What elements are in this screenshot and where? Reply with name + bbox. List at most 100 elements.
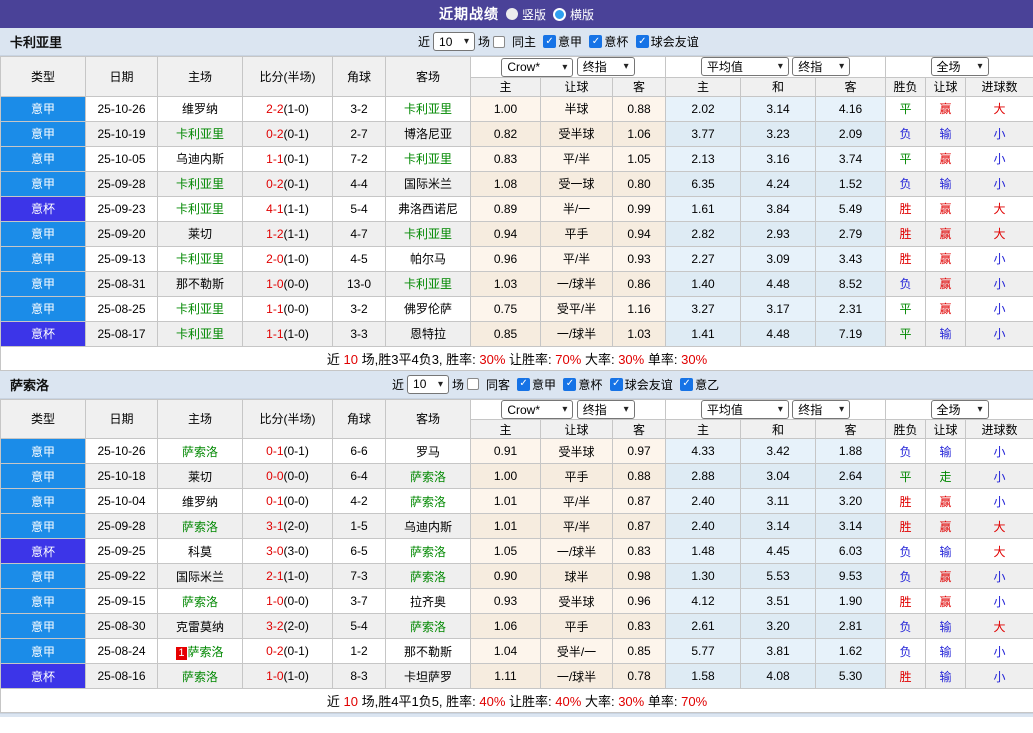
match-type-badge: 意甲 xyxy=(1,514,86,539)
away-team-name: 乌迪内斯 xyxy=(404,520,452,534)
home-team-cell[interactable]: 乌迪内斯 xyxy=(158,146,243,171)
final-odds-select-2[interactable]: 终指 xyxy=(792,57,850,76)
scope-select[interactable]: 全场 xyxy=(931,400,989,419)
match-type-badge: 意杯 xyxy=(1,664,86,689)
away-team-cell[interactable]: 卡利亚里 xyxy=(386,271,471,296)
final-odds-select[interactable]: 终指 xyxy=(577,400,635,419)
result-handicap: 赢 xyxy=(926,589,966,614)
checkbox-checked-icon[interactable] xyxy=(543,35,556,48)
match-date: 25-09-22 xyxy=(86,564,158,589)
checkbox-checked-icon[interactable] xyxy=(517,378,530,391)
handicap-home-odds: 0.89 xyxy=(471,196,541,221)
home-team-cell[interactable]: 卡利亚里 xyxy=(158,296,243,321)
away-team-cell[interactable]: 萨索洛 xyxy=(386,614,471,639)
checkbox-checked-icon[interactable] xyxy=(680,378,693,391)
same-home-checkbox[interactable] xyxy=(493,36,505,48)
checkbox-checked-icon[interactable] xyxy=(610,378,623,391)
home-team-cell[interactable]: 维罗纳 xyxy=(158,96,243,121)
home-team-name: 卡利亚里 xyxy=(176,202,224,216)
avg-away-odds: 9.53 xyxy=(816,564,886,589)
home-team-cell[interactable]: 萨索洛 xyxy=(158,664,243,689)
away-team-cell[interactable]: 萨索洛 xyxy=(386,464,471,489)
home-team-cell[interactable]: 卡利亚里 xyxy=(158,196,243,221)
home-team-name: 克雷莫纳 xyxy=(176,620,224,634)
home-team-cell[interactable]: 萨索洛 xyxy=(158,589,243,614)
halftime-score: (2-0) xyxy=(284,519,309,533)
avg-draw-odds: 2.93 xyxy=(741,221,816,246)
average-select[interactable]: 平均值 xyxy=(701,400,789,419)
home-team-cell[interactable]: 萨索洛 xyxy=(158,514,243,539)
home-team-cell[interactable]: 科莫 xyxy=(158,539,243,564)
away-team-cell[interactable]: 卡利亚里 xyxy=(386,221,471,246)
away-team-cell[interactable]: 罗马 xyxy=(386,439,471,464)
col-header-home: 主场 xyxy=(158,399,243,439)
home-team-cell[interactable]: 卡利亚里 xyxy=(158,171,243,196)
away-team-cell[interactable]: 国际米兰 xyxy=(386,171,471,196)
away-team-cell[interactable]: 恩特拉 xyxy=(386,321,471,346)
league-filter[interactable]: 意甲 xyxy=(517,376,556,393)
result-goals: 小 xyxy=(966,664,1033,689)
checkbox-checked-icon[interactable] xyxy=(589,35,602,48)
match-count-select[interactable]: 10 xyxy=(433,32,475,51)
away-team-cell[interactable]: 萨索洛 xyxy=(386,539,471,564)
away-team-cell[interactable]: 弗洛西诺尼 xyxy=(386,196,471,221)
home-team-cell[interactable]: 克雷莫纳 xyxy=(158,614,243,639)
halftime-score: (0-0) xyxy=(284,277,309,291)
scope-select[interactable]: 全场 xyxy=(931,57,989,76)
avg-draw-odds: 4.45 xyxy=(741,539,816,564)
away-team-cell[interactable]: 卡利亚里 xyxy=(386,96,471,121)
away-team-cell[interactable]: 乌迪内斯 xyxy=(386,514,471,539)
result-outcome: 胜 xyxy=(886,489,926,514)
home-team-cell[interactable]: 莱切 xyxy=(158,464,243,489)
league-filter[interactable]: 意乙 xyxy=(680,376,719,393)
result-goals: 大 xyxy=(966,514,1033,539)
avg-home-odds: 2.82 xyxy=(666,221,741,246)
home-team-cell[interactable]: 那不勒斯 xyxy=(158,271,243,296)
radio-vertical-icon[interactable] xyxy=(506,8,518,20)
handicap-line: 受一球 xyxy=(541,171,613,196)
league-filter[interactable]: 意甲 xyxy=(543,33,582,50)
away-team-cell[interactable]: 卡坦萨罗 xyxy=(386,664,471,689)
away-team-cell[interactable]: 那不勒斯 xyxy=(386,639,471,664)
layout-option-horizontal[interactable]: 横版 xyxy=(553,6,594,23)
handicap-line: 平/半 xyxy=(541,489,613,514)
away-team-cell[interactable]: 萨索洛 xyxy=(386,564,471,589)
league-filter[interactable]: 球会友谊 xyxy=(636,33,699,50)
final-odds-select-2[interactable]: 终指 xyxy=(792,400,850,419)
match-count-select[interactable]: 10 xyxy=(407,375,449,394)
layout-option-vertical[interactable]: 竖版 xyxy=(506,6,546,23)
home-team-cell[interactable]: 卡利亚里 xyxy=(158,121,243,146)
away-team-cell[interactable]: 博洛尼亚 xyxy=(386,121,471,146)
away-team-cell[interactable]: 帕尔马 xyxy=(386,246,471,271)
average-select[interactable]: 平均值 xyxy=(701,57,789,76)
radio-horizontal-icon[interactable] xyxy=(553,8,566,21)
home-team-cell[interactable]: 卡利亚里 xyxy=(158,321,243,346)
bookmaker-select[interactable]: Crow* xyxy=(501,400,573,419)
home-team-name: 乌迪内斯 xyxy=(176,152,224,166)
home-team-cell[interactable]: 萨索洛 xyxy=(158,439,243,464)
league-filter[interactable]: 意杯 xyxy=(589,33,628,50)
away-team-cell[interactable]: 卡利亚里 xyxy=(386,146,471,171)
away-team-cell[interactable]: 萨索洛 xyxy=(386,489,471,514)
same-away-checkbox[interactable] xyxy=(467,378,479,390)
handicap-away-odds: 0.87 xyxy=(613,514,666,539)
match-type-badge: 意甲 xyxy=(1,464,86,489)
checkbox-checked-icon[interactable] xyxy=(563,378,576,391)
league-filter[interactable]: 意杯 xyxy=(563,376,602,393)
table-row: 意杯 25-09-23 卡利亚里 4-1(1-1) 5-4 弗洛西诺尼 0.89… xyxy=(1,196,1033,221)
home-team-cell[interactable]: 莱切 xyxy=(158,221,243,246)
home-team-cell[interactable]: 维罗纳 xyxy=(158,489,243,514)
league-filter[interactable]: 球会友谊 xyxy=(610,376,673,393)
checkbox-checked-icon[interactable] xyxy=(636,35,649,48)
home-team-cell[interactable]: 1萨索洛 xyxy=(158,639,243,664)
final-odds-select[interactable]: 终指 xyxy=(577,57,635,76)
away-team-cell[interactable]: 拉齐奥 xyxy=(386,589,471,614)
home-team-cell[interactable]: 国际米兰 xyxy=(158,564,243,589)
table-row: 意甲 25-10-18 莱切 0-0(0-0) 6-4 萨索洛 1.00 平手 … xyxy=(1,464,1033,489)
home-team-cell[interactable]: 卡利亚里 xyxy=(158,246,243,271)
result-outcome: 平 xyxy=(886,464,926,489)
away-team-cell[interactable]: 佛罗伦萨 xyxy=(386,296,471,321)
handicap-away-odds: 1.06 xyxy=(613,121,666,146)
avg-away-odds: 1.52 xyxy=(816,171,886,196)
bookmaker-select[interactable]: Crow* xyxy=(501,58,573,77)
